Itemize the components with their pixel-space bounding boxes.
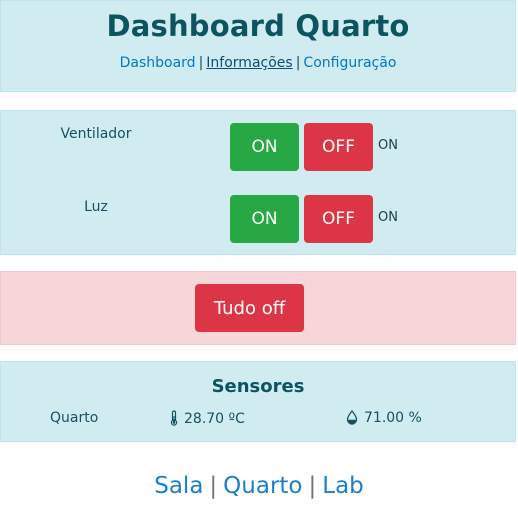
humidity-value: 71.00 % (364, 410, 422, 426)
footer-link-lab[interactable]: Lab (322, 473, 364, 499)
nav-dashboard-link[interactable]: Dashboard (120, 55, 196, 71)
luz-state: ON (378, 210, 398, 225)
all-off-panel: Tudo off (0, 271, 516, 345)
device-label-ventilador: Ventilador (60, 126, 132, 142)
footer-link-quarto[interactable]: Quarto (223, 473, 302, 499)
ventilador-state: ON (378, 138, 398, 153)
footer-link-sala[interactable]: Sala (154, 473, 203, 499)
temperature-value: 28.70 ºC (184, 411, 245, 427)
nav-configuracao-link[interactable]: Configuração (303, 55, 396, 71)
sensors-panel: Sensores Quarto 28.70 ºC 71.00 % (0, 361, 516, 442)
sensor-room-label: Quarto (50, 410, 99, 426)
header-panel: Dashboard Quarto Dashboard | Informações | C… (0, 0, 516, 92)
nav-separator: | (295, 55, 301, 71)
thermometer-icon (170, 410, 178, 430)
page-title: Dashboard Quarto (106, 9, 410, 43)
sensors-heading: Sensores (211, 376, 305, 397)
top-nav: Dashboard | Informações | Configuração (1, 55, 515, 71)
footer-separator: | (209, 473, 218, 499)
device-label-luz: Luz (84, 199, 108, 215)
nav-separator: | (198, 55, 204, 71)
footer-nav: Sala | Quarto | Lab (0, 473, 518, 499)
temperature-reading: 28.70 ºC (170, 410, 245, 430)
footer-separator: | (308, 473, 317, 499)
device-controls-panel: Ventilador ON OFF ON Luz ON OFF ON (0, 110, 516, 255)
droplet-icon (346, 409, 358, 429)
ventilador-off-button[interactable]: OFF (304, 123, 373, 171)
nav-informacoes-link[interactable]: Informações (206, 55, 292, 71)
humidity-reading: 71.00 % (346, 409, 422, 429)
luz-off-button[interactable]: OFF (304, 195, 373, 243)
ventilador-on-button[interactable]: ON (230, 123, 299, 171)
all-off-button[interactable]: Tudo off (195, 284, 304, 332)
luz-on-button[interactable]: ON (230, 195, 299, 243)
